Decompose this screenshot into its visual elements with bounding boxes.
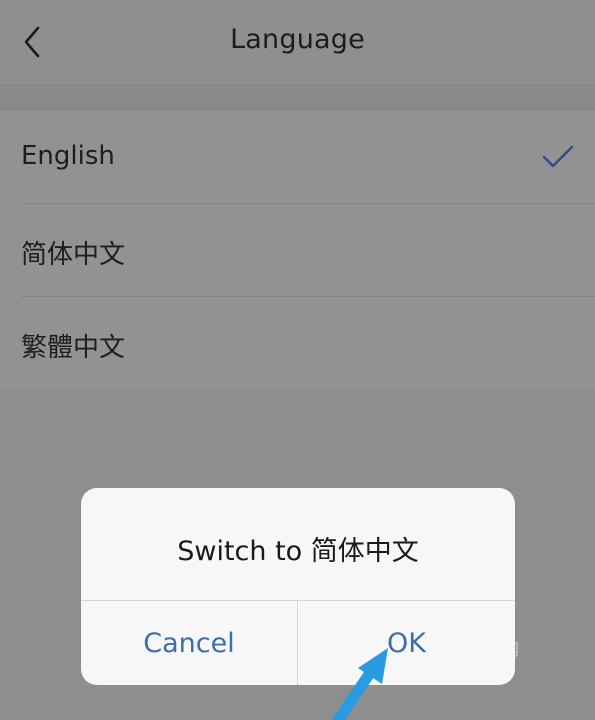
confirm-dialog: Switch to 简体中文 Cancel OK — [81, 488, 515, 685]
section-spacer — [0, 84, 595, 111]
pointer-arrow-icon — [332, 648, 388, 720]
language-settings-screen: Language English 简体中文 繁體中文 Switch to 简体中… — [0, 0, 595, 720]
language-option-traditional-chinese[interactable]: 繁體中文 — [0, 297, 595, 390]
cancel-button[interactable]: Cancel — [81, 601, 297, 685]
language-option-label: 繁體中文 — [21, 333, 126, 363]
navigation-bar: Language — [0, 0, 595, 84]
dialog-message: Switch to 简体中文 — [177, 536, 419, 567]
language-option-label: 简体中文 — [21, 240, 126, 270]
language-option-simplified-chinese[interactable]: 简体中文 — [0, 204, 595, 297]
watermark-text: 游网 — [486, 640, 521, 659]
language-option-label: English — [21, 141, 115, 171]
language-option-english[interactable]: English — [0, 111, 595, 204]
language-list: English 简体中文 繁體中文 — [0, 111, 595, 390]
checkmark-icon — [541, 143, 575, 175]
page-title: Language — [230, 24, 365, 55]
